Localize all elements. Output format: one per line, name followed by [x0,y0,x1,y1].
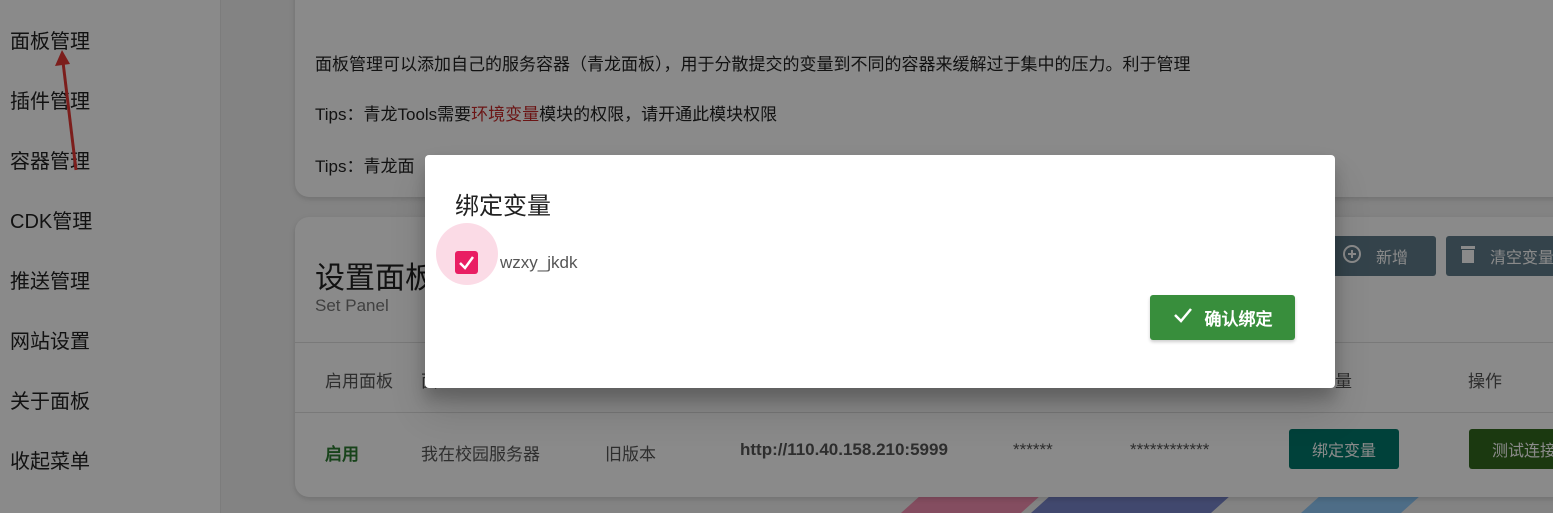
variable-checkbox-label[interactable]: wzxy_jkdk [500,253,577,273]
dialog-title: 绑定变量 [455,193,551,220]
check-icon [459,256,475,270]
confirm-bind-button[interactable]: 确认绑定 [1150,295,1295,340]
variable-checkbox[interactable] [455,251,478,274]
bind-variables-dialog: 绑定变量 wzxy_jkdk 确认绑定 [425,155,1335,388]
confirm-bind-label: 确认绑定 [1204,310,1273,329]
check-icon [1173,307,1193,328]
